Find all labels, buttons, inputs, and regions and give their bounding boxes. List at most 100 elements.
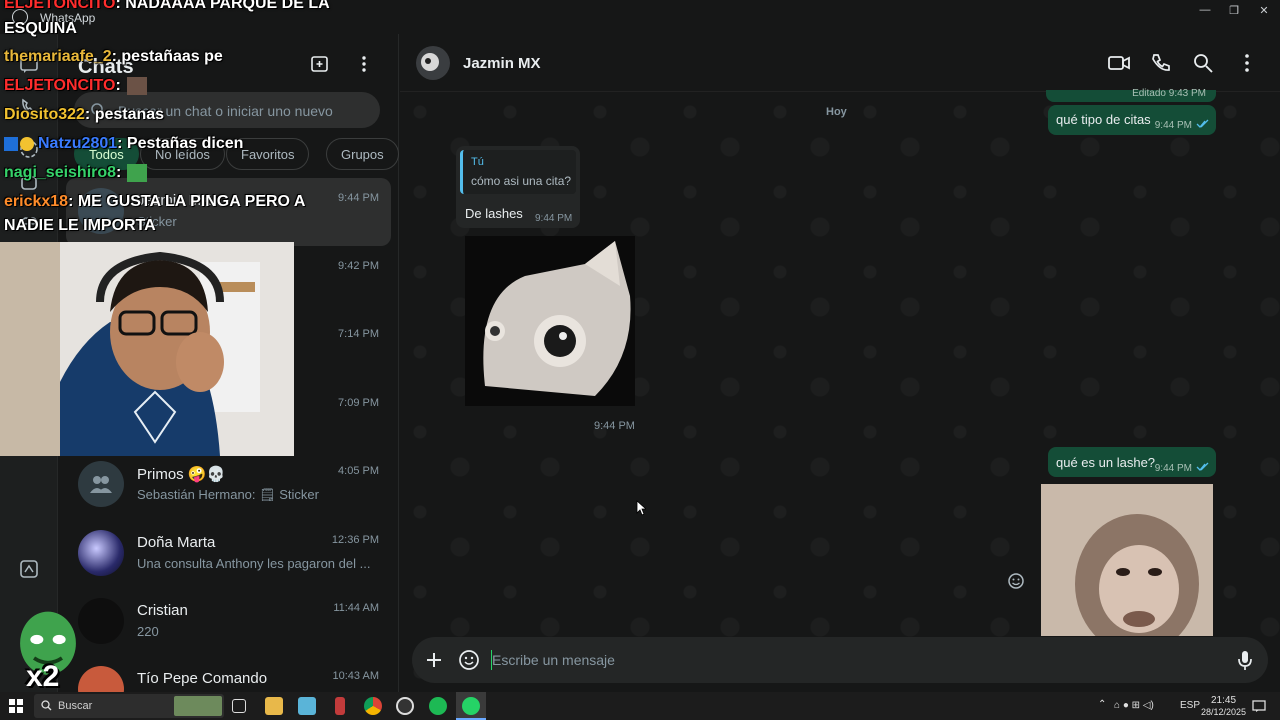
chat-name: Primos 🤪💀 [137, 466, 226, 483]
windows-taskbar: Buscar ⌃ ⌂ ● ⊞ ◁) ESP 21:45 28/12/2025 [0, 692, 1280, 720]
voice-call-icon[interactable] [1150, 52, 1172, 74]
message-bubble-out[interactable]: qué es un lashe? 9:44 PM [1048, 447, 1216, 477]
overlay-chat-line: ELJETONCITO: [4, 77, 147, 95]
whatsapp-taskbar-button[interactable] [456, 692, 486, 720]
conversation-panel: Jazmin MX Hoy Editado 9:43 PM qué tipo d… [400, 34, 1280, 692]
chat-name: Tío Pepe Comando [137, 670, 268, 687]
minimize-button[interactable]: — [1190, 4, 1220, 18]
menu-kebab-icon[interactable] [1236, 52, 1258, 74]
chat-time: 4:05 PM [338, 465, 379, 477]
task-view-icon[interactable] [232, 699, 246, 713]
double-check-icon [1196, 119, 1209, 128]
overlay-chat-line: ELJETONCITO: NADAAAA PARQUE DE LA [4, 0, 330, 12]
tray-chevron-icon[interactable]: ⌃ [1098, 699, 1106, 710]
spotify-icon[interactable] [429, 697, 447, 715]
message-bubble-in[interactable]: Tú cómo asi una cita? De lashes 9:44 PM [456, 146, 580, 228]
message-composer: Escribe un mensaje [412, 637, 1268, 683]
chat-time: 10:43 AM [332, 670, 379, 682]
chat-time: 12:36 PM [331, 534, 379, 546]
sticker-emoji-icon[interactable] [458, 649, 480, 671]
chat-time: 9:42 PM [338, 260, 379, 272]
message-bubble-out[interactable]: qué tipo de citas 9:44 PM [1048, 105, 1216, 135]
chat-name: Doña Marta [137, 534, 216, 551]
message-time: 9:44 PM [1154, 463, 1192, 474]
overlay-chat-line: NADIE LE IMPORTA [4, 217, 156, 234]
message-text: De lashes [465, 206, 523, 221]
sticker-time: 9:44 PM [594, 420, 635, 432]
message-text: qué es un lashe? [1056, 455, 1156, 470]
monkey-sticker-image [1041, 484, 1213, 636]
contact-avatar[interactable] [416, 46, 450, 80]
monkey-sticker[interactable] [1041, 484, 1213, 636]
overlay-chat-line: themariaafe_2: pestañaas pe [4, 48, 223, 65]
search-icon [41, 700, 52, 711]
quote-text: cómo asi una cita? [471, 174, 572, 188]
message-input[interactable]: Escribe un mensaje [492, 652, 615, 668]
message-text: qué tipo de citas [1056, 112, 1151, 127]
multiplier-badge: x2 [8, 606, 88, 693]
chat-item-dona-marta[interactable]: Doña Marta Una consulta Anthony les paga… [66, 520, 391, 588]
attach-plus-icon[interactable] [426, 652, 442, 668]
message-time: 9:44 PM [535, 213, 573, 224]
contact-name[interactable]: Jazmin MX [463, 55, 541, 72]
cat-sticker[interactable] [465, 236, 635, 406]
chat-item-jazmin[interactable]: Jazmin MX Sticker 9:44 PM [66, 178, 391, 246]
clock-time[interactable]: 21:45 [1211, 695, 1236, 706]
ai-icon[interactable] [18, 558, 40, 580]
maximize-button[interactable]: ❐ [1219, 4, 1249, 18]
chat-item-cristian[interactable]: Cristian 220 11:44 AM [66, 588, 391, 656]
search-highlight-image [174, 696, 222, 716]
cat-sticker-image [483, 241, 631, 396]
chat-name: Cristian [137, 602, 188, 619]
filter-groups[interactable]: Grupos [326, 138, 399, 170]
chrome-icon[interactable] [364, 697, 382, 715]
group-avatar [78, 461, 124, 507]
close-button[interactable]: ✕ [1249, 4, 1279, 18]
chat-time: 7:14 PM [338, 328, 379, 340]
video-call-icon[interactable] [1108, 52, 1130, 74]
windows-start-icon[interactable] [9, 699, 23, 713]
day-divider: Hoy [826, 106, 847, 118]
app-icon[interactable] [335, 697, 345, 715]
chat-item-tio-pepe[interactable]: Tío Pepe Comando 10:43 AM [66, 656, 391, 692]
message-bubble-out[interactable]: Editado 9:43 PM [1046, 88, 1216, 102]
chat-item-primos[interactable]: Primos 🤪💀 Sebastián Hermano: 🗒 Sticker 4… [66, 451, 391, 519]
microphone-icon[interactable] [1236, 649, 1254, 671]
chat-time: 11:44 AM [333, 602, 379, 614]
notepad-icon[interactable] [298, 697, 316, 715]
quote-author: Tú [471, 156, 484, 168]
taskbar-search-input[interactable]: Buscar [58, 700, 92, 712]
quoted-message[interactable]: Tú cómo asi una cita? [460, 150, 576, 194]
group-icon [90, 476, 112, 493]
mouse-cursor-icon [636, 500, 646, 516]
taskbar-search[interactable]: Buscar [34, 694, 224, 718]
chat-time: 7:09 PM [338, 397, 379, 409]
notifications-icon[interactable] [1252, 699, 1266, 713]
overlay-chat-line: erickx18: ME GUSTA LA PINGA PERO A [4, 193, 306, 210]
new-chat-icon[interactable] [310, 54, 330, 74]
file-explorer-icon[interactable] [265, 697, 283, 715]
clock-date[interactable]: 28/12/2025 [1201, 707, 1246, 717]
double-check-icon [1196, 462, 1209, 471]
search-icon[interactable] [1192, 52, 1214, 74]
menu-kebab-icon[interactable] [354, 54, 374, 74]
emote-icon [127, 164, 148, 182]
obs-icon[interactable] [396, 697, 414, 715]
webcam-overlay [0, 242, 294, 456]
language-indicator[interactable]: ESP [1180, 700, 1200, 711]
chat-preview: Sticker [137, 214, 177, 229]
badge-icon [4, 136, 18, 151]
conversation-header: Jazmin MX [400, 34, 1280, 92]
streamer-webcam-image [0, 242, 294, 456]
chat-preview: Una consulta Anthony les pagaron del ... [137, 556, 371, 571]
multiplier-text: x2 [26, 660, 60, 693]
edited-label: Editado 9:43 PM [1132, 88, 1206, 99]
chat-preview: Sebastián Hermano: 🗒 Sticker [137, 487, 319, 502]
tray-icons[interactable]: ⌂ ● ⊞ ◁) [1114, 700, 1154, 711]
avatar [78, 530, 124, 576]
overlay-chat-line: Diosito322: pestanas [4, 106, 165, 123]
overlay-chat-line: ESQUINA [4, 20, 77, 37]
emote-icon [126, 77, 147, 95]
chat-preview: 220 [137, 624, 159, 639]
emoji-reaction-icon[interactable] [1007, 572, 1025, 590]
